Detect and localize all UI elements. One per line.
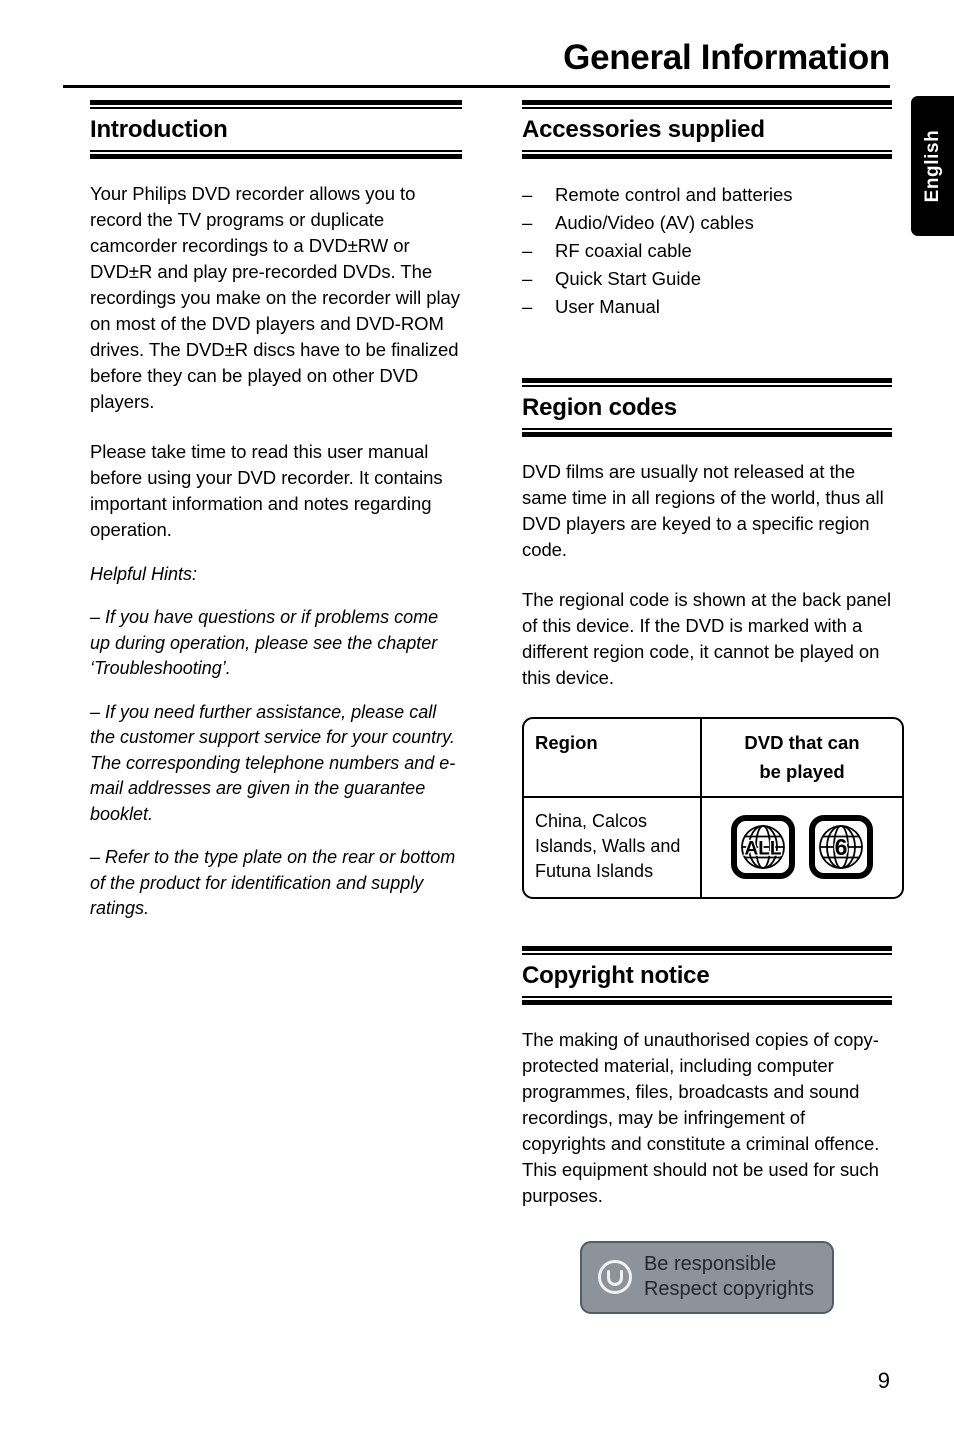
copyright-paragraph: The making of unauthorised copies of cop… (522, 1029, 880, 1206)
table-header-dvd: DVD that can be played (702, 719, 902, 796)
section-rule-top (522, 100, 892, 109)
badge-line-1: Be responsible (643, 1253, 777, 1275)
page-title: General Information (563, 38, 890, 77)
dash-bullet: – (522, 296, 533, 317)
section-rule-bottom (90, 150, 462, 159)
list-item-label: Audio/Video (AV) cables (555, 212, 754, 233)
helpful-hints-title: Helpful Hints: (90, 563, 198, 584)
region-all-globe-icon: ALL (731, 815, 795, 879)
table-cell-dvd-icons: ALL 6 (702, 798, 902, 897)
helpful-hint-1: – If you have questions or if problems c… (90, 607, 439, 678)
helpful-hint-2: – If you need further assistance, please… (90, 701, 456, 824)
introduction-paragraph-1: Your Philips DVD recorder allows you to … (90, 183, 460, 412)
list-item: – RF coaxial cable (522, 237, 892, 265)
list-item: – Quick Start Guide (522, 265, 892, 293)
section-rule-bottom (522, 428, 892, 437)
region-codes-paragraph-2: The regional code is shown at the back p… (522, 589, 892, 688)
introduction-paragraph-2: Please take time to read this user manua… (90, 441, 443, 540)
responsibility-circle-icon (597, 1260, 632, 1294)
page-header: General Information (63, 36, 890, 88)
region-6-globe-icon: 6 (809, 815, 873, 879)
dash-bullet: – (522, 240, 533, 261)
be-responsible-badge: Be responsible Respect copyrights (579, 1241, 835, 1314)
header-divider (63, 85, 890, 88)
region-6-label: 6 (835, 834, 848, 860)
list-item: – User Manual (522, 293, 892, 321)
language-tab: English (911, 96, 954, 236)
region-codes-heading: Region codes (522, 394, 677, 421)
list-item-label: Remote control and batteries (555, 184, 793, 205)
section-rule-bottom (522, 996, 892, 1005)
list-item-label: RF coaxial cable (555, 240, 692, 261)
right-column: Accessories supplied – Remote control an… (522, 100, 904, 1314)
helpful-hint-3: – Refer to the type plate on the rear or… (90, 847, 456, 918)
list-item-label: User Manual (555, 296, 660, 317)
document-page: General Information English Introduction… (0, 0, 954, 1432)
introduction-heading: Introduction (90, 116, 228, 143)
section-region-codes: Region codes (522, 378, 892, 437)
table-header-dvd-line2: be played (759, 761, 845, 782)
badge-text-block: Be responsible Respect copyrights (644, 1252, 814, 1302)
list-item: – Audio/Video (AV) cables (522, 209, 892, 237)
accessories-heading: Accessories supplied (522, 116, 765, 143)
section-introduction: Introduction (90, 100, 462, 159)
dash-bullet: – (522, 268, 533, 289)
dash-bullet: – (522, 184, 533, 205)
list-item-label: Quick Start Guide (555, 268, 702, 289)
region-codes-paragraph-1: DVD films are usually not released at th… (522, 461, 884, 560)
table-row: China, Calcos Islands, Walls and Futuna … (524, 798, 902, 897)
section-rule-bottom (522, 150, 892, 159)
badge-line-2: Respect copyrights (643, 1278, 815, 1300)
section-rule-top (90, 100, 462, 109)
table-cell-region: China, Calcos Islands, Walls and Futuna … (524, 798, 702, 897)
copyright-notice-heading: Copyright notice (522, 962, 710, 989)
region-codes-table: Region DVD that can be played China, Cal… (522, 717, 904, 899)
section-rule-top (522, 378, 892, 387)
table-header-dvd-line1: DVD that can (744, 732, 860, 753)
table-header-region: Region (524, 719, 702, 796)
accessories-list: – Remote control and batteries – Audio/V… (522, 181, 892, 321)
region-all-label: ALL (745, 839, 782, 860)
left-column: Introduction Your Philips DVD recorder a… (90, 100, 462, 940)
language-tab-label: English (921, 129, 943, 203)
section-copyright-notice: Copyright notice (522, 946, 892, 1005)
dash-bullet: – (522, 212, 533, 233)
section-accessories: Accessories supplied (522, 100, 892, 159)
section-rule-top (522, 946, 892, 955)
table-header-row: Region DVD that can be played (524, 719, 902, 798)
copyright-badge-container: Be responsible Respect copyrights (522, 1241, 892, 1314)
page-number: 9 (877, 1368, 890, 1393)
list-item: – Remote control and batteries (522, 181, 892, 209)
